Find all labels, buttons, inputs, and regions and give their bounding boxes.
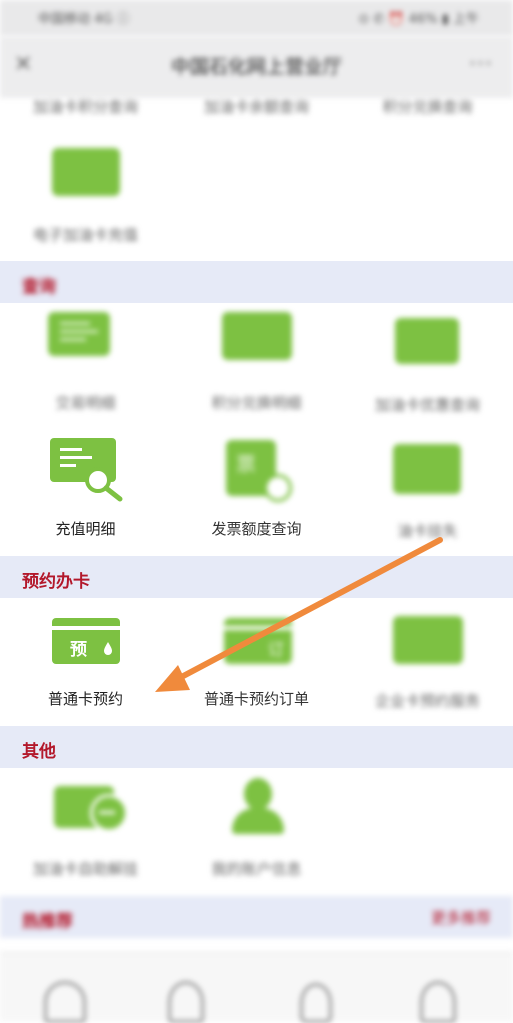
arrow-line <box>169 537 443 685</box>
annotation-arrow <box>155 537 443 692</box>
